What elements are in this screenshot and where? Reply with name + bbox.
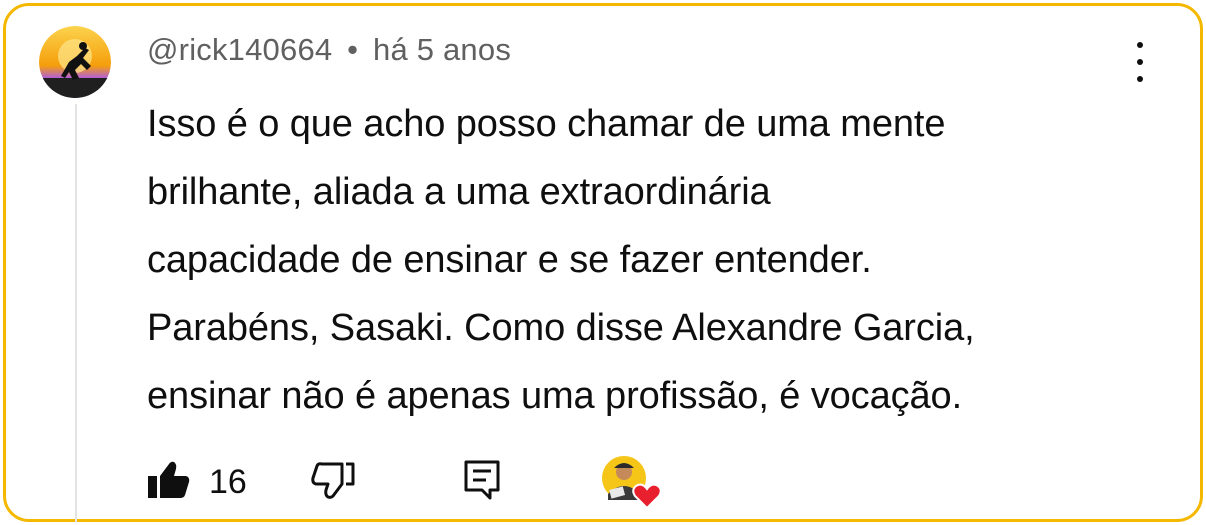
comment-text-line: Parabéns, Sasaki. Como disse Alexandre G… — [147, 307, 975, 349]
reply-comment-icon — [462, 458, 502, 507]
comment-text-line: Isso é o que acho posso chamar de uma me… — [147, 103, 946, 145]
more-vertical-icon[interactable] — [1126, 42, 1154, 82]
like-count: 16 — [209, 462, 247, 501]
meta-separator: • — [347, 32, 359, 67]
comment-actions: 16 — [147, 454, 707, 510]
author-avatar[interactable] — [39, 26, 111, 98]
comment-text-line: capacidade de ensinar e se fazer entende… — [147, 239, 872, 281]
comment-timestamp[interactable]: há 5 anos — [373, 32, 511, 67]
heart-icon — [632, 483, 662, 510]
comment-card: @rick140664 • há 5 anos Isso é o que ach… — [3, 3, 1203, 522]
thumbs-down-outline-icon — [311, 460, 355, 505]
comment-header: @rick140664 • há 5 anos — [147, 32, 511, 68]
reply-button[interactable] — [462, 454, 502, 510]
dislike-button[interactable] — [311, 454, 355, 510]
comment-text-line: ensinar não é apenas uma profissão, é vo… — [147, 375, 963, 417]
thumbs-up-filled-icon — [147, 460, 191, 505]
comment-text-line: brilhante, aliada a uma extraordinária — [147, 171, 771, 213]
comment-text: Isso é o que acho posso chamar de uma me… — [147, 90, 1167, 430]
like-button[interactable]: 16 — [147, 454, 247, 510]
creator-heart-badge[interactable] — [600, 454, 662, 510]
author-handle[interactable]: @rick140664 — [147, 32, 332, 67]
thread-line — [75, 104, 77, 522]
